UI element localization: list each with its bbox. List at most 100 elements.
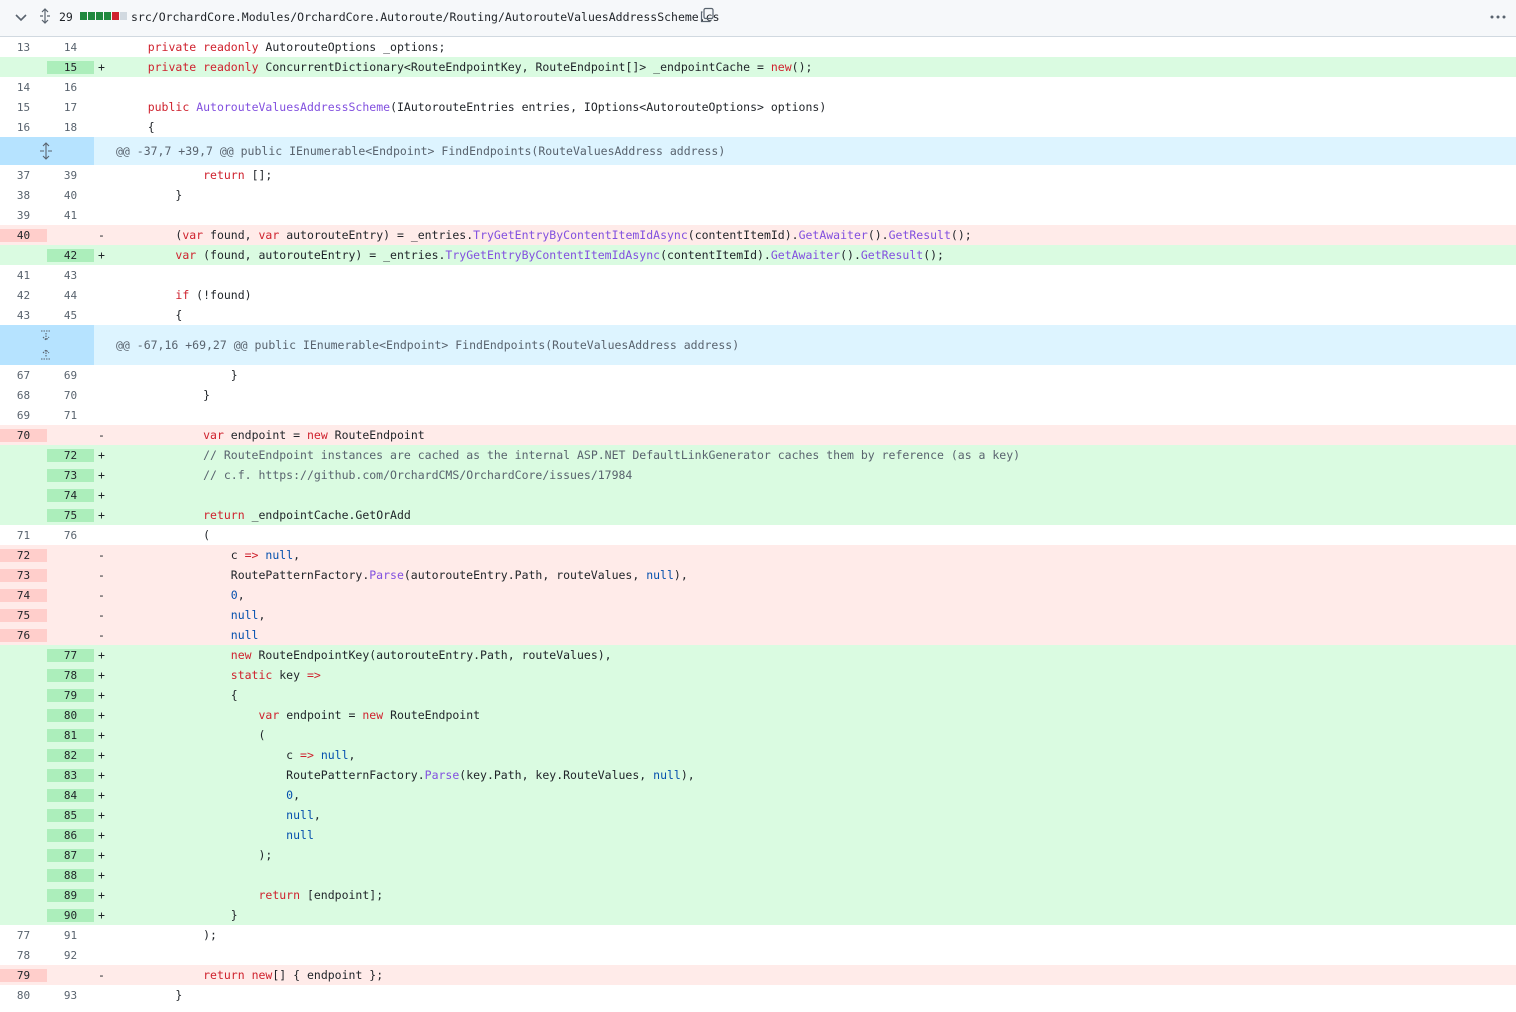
new-line-number[interactable]: 73 xyxy=(47,468,94,482)
added-line: 84 + 0, xyxy=(0,785,1516,805)
new-line-number[interactable]: 79 xyxy=(47,688,94,702)
new-line-number[interactable]: 43 xyxy=(47,268,94,282)
old-line-number[interactable]: 15 xyxy=(0,100,47,114)
diff-marker xyxy=(94,208,120,222)
diff-marker xyxy=(94,120,120,134)
old-line-number[interactable]: 67 xyxy=(0,368,47,382)
new-line-number[interactable]: 76 xyxy=(47,528,94,542)
old-line-number[interactable]: 43 xyxy=(0,308,47,322)
diff-marker xyxy=(94,268,120,282)
new-line-number[interactable]: 15 xyxy=(47,60,94,74)
diff-marker xyxy=(94,988,120,1002)
added-line: 78 + static key => xyxy=(0,665,1516,685)
old-line-number[interactable]: 71 xyxy=(0,528,47,542)
new-line-number[interactable]: 89 xyxy=(47,888,94,902)
old-line-number[interactable]: 37 xyxy=(0,168,47,182)
new-line-number[interactable]: 86 xyxy=(47,828,94,842)
diff-marker: + xyxy=(98,248,105,262)
new-line-number[interactable]: 83 xyxy=(47,768,94,782)
diff-marker: + xyxy=(98,748,105,762)
code-text: private readonly ConcurrentDictionary<Ro… xyxy=(147,60,813,74)
new-line-number[interactable]: 92 xyxy=(47,948,94,962)
code-text: RoutePatternFactory.Parse(autorouteEntry… xyxy=(120,568,688,582)
new-line-number[interactable]: 44 xyxy=(47,288,94,302)
expand-lines-icon[interactable] xyxy=(0,137,94,165)
new-line-number[interactable]: 93 xyxy=(47,988,94,1002)
old-line-number[interactable]: 79 xyxy=(0,968,47,982)
new-line-number[interactable]: 84 xyxy=(47,788,94,802)
old-line-number[interactable]: 42 xyxy=(0,288,47,302)
old-line-number[interactable]: 78 xyxy=(0,948,47,962)
code-text: public AutorouteValuesAddressScheme(IAut… xyxy=(147,100,827,114)
context-line: 16 18 { xyxy=(0,117,1516,137)
old-line-number[interactable]: 70 xyxy=(0,428,47,442)
diff-marker xyxy=(94,368,120,382)
new-line-number[interactable]: 87 xyxy=(47,848,94,862)
context-line: 78 92 xyxy=(0,945,1516,965)
old-line-number[interactable]: 77 xyxy=(0,928,47,942)
new-line-number[interactable]: 69 xyxy=(47,368,94,382)
new-line-number[interactable]: 42 xyxy=(47,248,94,262)
new-line-number[interactable]: 72 xyxy=(47,448,94,462)
new-line-number[interactable]: 45 xyxy=(47,308,94,322)
diff-marker xyxy=(94,168,120,182)
new-line-number[interactable]: 81 xyxy=(47,728,94,742)
old-line-number[interactable]: 16 xyxy=(0,120,47,134)
new-line-number[interactable]: 71 xyxy=(47,408,94,422)
new-line-number[interactable]: 39 xyxy=(47,168,94,182)
expand-all-icon[interactable] xyxy=(38,8,52,24)
new-line-number[interactable]: 77 xyxy=(47,648,94,662)
file-path[interactable]: src/OrchardCore.Modules/OrchardCore.Auto… xyxy=(131,10,720,24)
new-line-number[interactable]: 91 xyxy=(47,928,94,942)
old-line-number[interactable]: 41 xyxy=(0,268,47,282)
diff-marker: + xyxy=(98,788,105,802)
code-text: c => null, xyxy=(120,548,301,562)
context-line: 42 44 if (!found) xyxy=(0,285,1516,305)
diff-marker xyxy=(94,388,120,402)
hunk-header-text: @@ -67,16 +69,27 @@ public IEnumerable<E… xyxy=(116,338,740,352)
new-line-number[interactable]: 85 xyxy=(47,808,94,822)
new-line-number[interactable]: 88 xyxy=(47,868,94,882)
old-line-number[interactable]: 38 xyxy=(0,188,47,202)
deleted-line: 74 - 0, xyxy=(0,585,1516,605)
old-line-number[interactable]: 68 xyxy=(0,388,47,402)
code-text: RoutePatternFactory.Parse(key.Path, key.… xyxy=(120,768,695,782)
old-line-number[interactable]: 75 xyxy=(0,608,47,622)
new-line-number[interactable]: 14 xyxy=(47,40,94,54)
old-line-number[interactable]: 76 xyxy=(0,628,47,642)
diff-marker: + xyxy=(98,688,105,702)
new-line-number[interactable]: 41 xyxy=(47,208,94,222)
more-options-icon[interactable] xyxy=(1489,10,1507,24)
new-line-number[interactable]: 18 xyxy=(47,120,94,134)
diff-marker: + xyxy=(98,488,105,502)
diff-marker: + xyxy=(98,728,105,742)
copy-icon[interactable] xyxy=(699,7,715,23)
old-line-number[interactable]: 74 xyxy=(0,588,47,602)
new-line-number[interactable]: 70 xyxy=(47,388,94,402)
old-line-number[interactable]: 14 xyxy=(0,80,47,94)
new-line-number[interactable]: 17 xyxy=(47,100,94,114)
new-line-number[interactable]: 16 xyxy=(47,80,94,94)
expand-up-down-icon[interactable] xyxy=(0,325,94,365)
diff-marker xyxy=(94,40,120,54)
chevron-down-icon[interactable] xyxy=(14,10,28,24)
new-line-number[interactable]: 74 xyxy=(47,488,94,502)
diffstat-block xyxy=(112,12,119,20)
new-line-number[interactable]: 80 xyxy=(47,708,94,722)
new-line-number[interactable]: 78 xyxy=(47,668,94,682)
diff-marker: + xyxy=(98,468,105,482)
old-line-number[interactable]: 72 xyxy=(0,548,47,562)
code-text: ( xyxy=(120,728,266,742)
old-line-number[interactable]: 80 xyxy=(0,988,47,1002)
old-line-number[interactable]: 13 xyxy=(0,40,47,54)
new-line-number[interactable]: 90 xyxy=(47,908,94,922)
diffstat-block xyxy=(120,12,127,20)
new-line-number[interactable]: 82 xyxy=(47,748,94,762)
old-line-number[interactable]: 39 xyxy=(0,208,47,222)
new-line-number[interactable]: 75 xyxy=(47,508,94,522)
old-line-number[interactable]: 73 xyxy=(0,568,47,582)
code-text: 0, xyxy=(230,588,245,602)
old-line-number[interactable]: 69 xyxy=(0,408,47,422)
old-line-number[interactable]: 40 xyxy=(0,228,47,242)
new-line-number[interactable]: 40 xyxy=(47,188,94,202)
